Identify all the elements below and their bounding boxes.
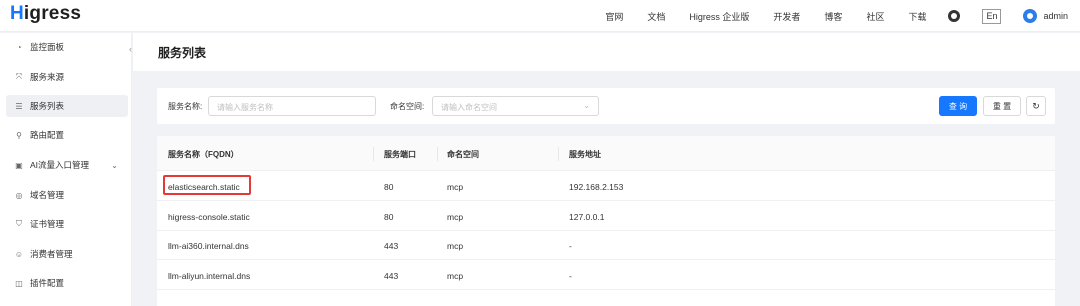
source-icon: ⤧ <box>15 72 23 81</box>
sidebar-item[interactable]: ▣ AI流量入口管理 ⌄ <box>6 154 128 176</box>
ai-icon: ▣ <box>15 160 23 170</box>
cell-namespace: mcp <box>447 241 464 251</box>
refresh-button[interactable]: ↻ <box>1026 96 1046 116</box>
sidebar-item-label: 证书管理 <box>30 219 65 229</box>
reset-button[interactable]: 重 置 <box>983 96 1021 116</box>
namespace-label: 命名空间: <box>390 102 425 111</box>
sidebar-item-label: 域名管理 <box>30 190 65 200</box>
sidebar-item[interactable]: ◔ 监控面板 <box>6 36 128 58</box>
chevron-down-icon: ⌄ <box>583 101 590 110</box>
cell-namespace: mcp <box>447 182 464 192</box>
list-icon: ☰ <box>15 101 23 111</box>
cell-port: 443 <box>384 241 399 251</box>
nav-developers[interactable]: 开发者 <box>773 10 800 23</box>
column-header-port: 服务端口 <box>384 150 416 159</box>
user-menu[interactable]: admin <box>1023 9 1068 23</box>
sidebar-item[interactable]: ◎ 域名管理 <box>6 184 128 206</box>
top-bar: Higress 官网 文档 Higress 企业版 开发者 博客 社区 下载 E… <box>0 0 1080 32</box>
namespace-select[interactable]: 请输入命名空间 ⌄ <box>432 96 599 116</box>
sidebar-item-label: 监控面板 <box>30 42 65 52</box>
sidebar-item[interactable]: ◫ 插件配置 <box>6 272 128 294</box>
sidebar-item[interactable]: ☺ 消费者管理 <box>6 243 128 265</box>
cell-address: - <box>569 241 572 251</box>
service-table: 服务名称（FQDN） 服务端口 命名空间 服务地址 elasticsearch.… <box>157 136 1055 306</box>
sidebar-item-label: 消费者管理 <box>30 249 73 259</box>
sidebar-item-label: 服务来源 <box>30 72 65 82</box>
collapse-sidebar-icon[interactable]: ‹ <box>129 44 132 54</box>
cell-port: 80 <box>384 211 394 222</box>
namespace-placeholder: 请输入命名空间 <box>441 103 497 112</box>
cell-namespace: mcp <box>447 270 464 281</box>
globe-icon: ◎ <box>15 190 23 200</box>
sidebar-item[interactable]: ⤧ 服务来源 <box>6 66 128 88</box>
cell-address: - <box>569 270 572 281</box>
dashboard-icon: ◔ <box>16 42 22 52</box>
sidebar-item-label: 插件配置 <box>30 278 65 288</box>
route-icon: ⚲ <box>16 130 22 140</box>
nav-community[interactable]: 社区 <box>866 10 884 23</box>
language-switch-button[interactable]: En <box>982 8 1002 24</box>
service-name-label: 服务名称: <box>168 102 203 111</box>
table-row[interactable]: llm-aliyun.internal.dns 443 mcp - <box>157 261 1055 290</box>
service-name-input[interactable]: 请输入服务名称 <box>208 96 376 116</box>
table-row[interactable]: higress-console.static 80 mcp 127.0.0.1 <box>157 202 1055 231</box>
higress-logo[interactable]: Higress <box>10 3 81 25</box>
query-button[interactable]: 查 询 <box>939 96 977 116</box>
filter-bar: 服务名称: 请输入服务名称 命名空间: 请输入命名空间 ⌄ 查 询 重 置 ↻ <box>157 88 1055 124</box>
user-icon: ☺ <box>14 249 24 259</box>
sidebar-item[interactable]: ⚲ 路由配置 <box>6 124 128 146</box>
nav-enterprise[interactable]: Higress 企业版 <box>689 10 749 23</box>
table-row[interactable]: llm-ai360.internal.dns 443 mcp - <box>157 231 1055 260</box>
sidebar-item[interactable]: ☰ 服务列表 <box>6 95 128 117</box>
sidebar-item-label: 服务列表 <box>30 101 65 111</box>
github-icon[interactable] <box>948 10 961 22</box>
column-header-namespace: 命名空间 <box>447 150 479 159</box>
table-header: 服务名称（FQDN） 服务端口 命名空间 服务地址 <box>157 136 1055 171</box>
cell-name: llm-ai360.internal.dns <box>168 241 249 251</box>
chevron-down-icon: ⌄ <box>111 160 118 170</box>
column-divider <box>558 147 559 161</box>
column-header-address: 服务地址 <box>569 150 601 159</box>
sidebar-item[interactable]: ⛉ 证书管理 <box>6 213 128 235</box>
nav-download[interactable]: 下载 <box>908 10 926 23</box>
cell-address: 192.168.2.153 <box>569 182 624 192</box>
refresh-icon: ↻ <box>1032 100 1040 111</box>
cell-port: 80 <box>384 182 394 192</box>
nav-official-site[interactable]: 官网 <box>605 10 623 23</box>
highlight-annotation <box>163 175 251 195</box>
page-title: 服务列表 <box>158 46 207 60</box>
nav-docs[interactable]: 文档 <box>647 10 665 23</box>
column-header-name: 服务名称（FQDN） <box>168 150 239 159</box>
cell-namespace: mcp <box>447 211 464 222</box>
shield-icon: ⛉ <box>16 219 22 228</box>
column-divider <box>373 147 374 161</box>
top-nav: 官网 文档 Higress 企业版 开发者 博客 社区 下载 En admin <box>581 0 1068 32</box>
column-divider <box>437 147 438 161</box>
cell-port: 443 <box>384 270 399 281</box>
avatar <box>1023 9 1038 23</box>
page-header: 服务列表 <box>133 33 1080 71</box>
cell-address: 127.0.0.1 <box>569 211 605 222</box>
user-name: admin <box>1043 11 1068 21</box>
sidebar-item-label: 路由配置 <box>30 130 65 140</box>
cell-name: higress-console.static <box>168 211 250 222</box>
sidebar-item-label: AI流量入口管理 <box>30 160 90 170</box>
nav-blog[interactable]: 博客 <box>824 10 842 23</box>
plugin-icon: ◫ <box>15 278 23 288</box>
table-row[interactable]: elasticsearch.static 80 mcp 192.168.2.153 <box>157 172 1055 201</box>
cell-name: llm-aliyun.internal.dns <box>168 270 251 281</box>
